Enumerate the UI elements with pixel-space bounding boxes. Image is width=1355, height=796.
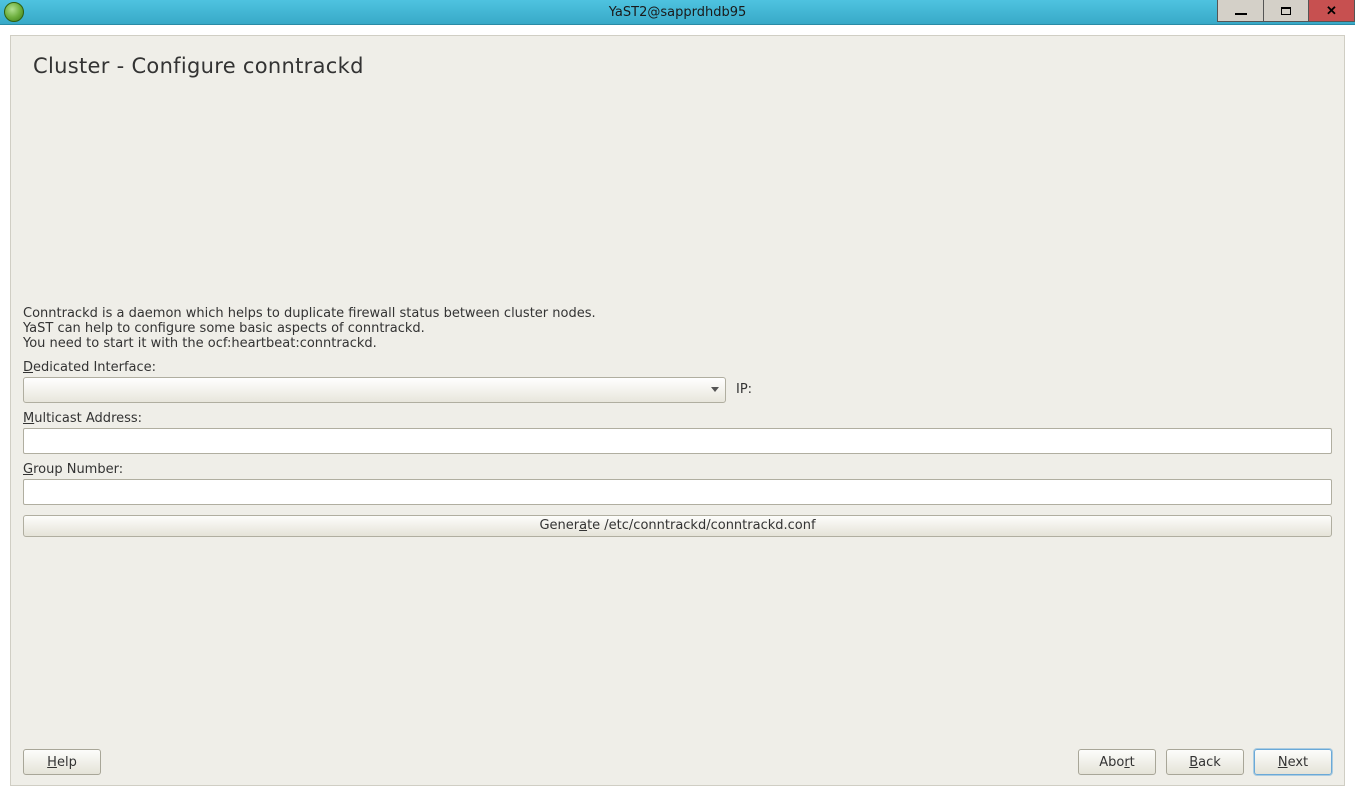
app-icon: [4, 2, 24, 22]
generate-button[interactable]: Generate /etc/conntrackd/conntrackd.conf: [23, 515, 1332, 537]
dedicated-interface-label: Dedicated Interface:: [23, 360, 1332, 375]
description-text: Conntrackd is a daemon which helps to du…: [23, 307, 1332, 352]
main-panel: Cluster - Configure conntrackd Conntrack…: [10, 35, 1345, 786]
titlebar: YaST2@sapprdhdb95 ✕: [0, 0, 1355, 25]
description-line: YaST can help to configure some basic as…: [23, 322, 1332, 337]
ip-label: IP:: [736, 382, 752, 397]
chevron-down-icon: [711, 387, 719, 392]
help-button[interactable]: Help: [23, 749, 101, 775]
back-button[interactable]: Back: [1166, 749, 1244, 775]
abort-button[interactable]: Abort: [1078, 749, 1156, 775]
page-title: Cluster - Configure conntrackd: [33, 54, 1332, 78]
description-line: Conntrackd is a daemon which helps to du…: [23, 307, 1332, 322]
content-area: Cluster - Configure conntrackd Conntrack…: [0, 25, 1355, 796]
maximize-button[interactable]: [1263, 0, 1309, 22]
group-number-label: Group Number:: [23, 462, 1332, 477]
window: YaST2@sapprdhdb95 ✕ Cluster - Configure …: [0, 0, 1355, 796]
multicast-address-input[interactable]: [23, 428, 1332, 454]
bottom-toolbar: Help Abort Back Next: [23, 749, 1332, 775]
description-line: You need to start it with the ocf:heartb…: [23, 337, 1332, 352]
minimize-button[interactable]: [1217, 0, 1263, 22]
multicast-address-label: Multicast Address:: [23, 411, 1332, 426]
window-controls: ✕: [1217, 0, 1355, 22]
dedicated-interface-row: IP:: [23, 377, 1332, 403]
group-number-input[interactable]: [23, 479, 1332, 505]
dedicated-interface-combo[interactable]: [23, 377, 726, 403]
window-title: YaST2@sapprdhdb95: [609, 5, 746, 20]
form-block: Conntrackd is a daemon which helps to du…: [23, 307, 1332, 537]
close-button[interactable]: ✕: [1309, 0, 1355, 22]
next-button[interactable]: Next: [1254, 749, 1332, 775]
